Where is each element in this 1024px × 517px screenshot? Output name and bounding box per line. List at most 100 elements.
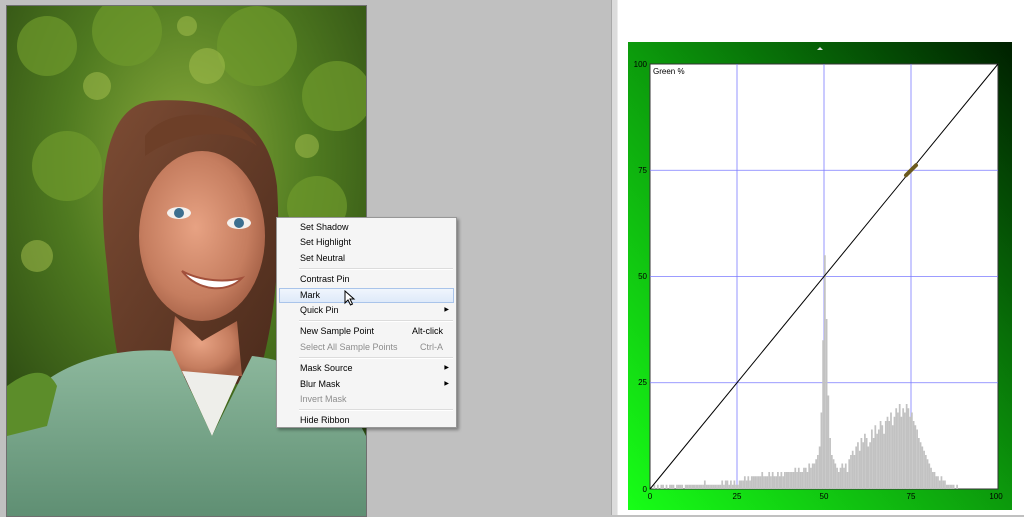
histogram-bar bbox=[921, 446, 924, 489]
menu-item-hide-ribbon[interactable]: Hide Ribbon bbox=[277, 413, 456, 428]
histogram-bar bbox=[956, 484, 958, 489]
histogram-bar bbox=[881, 425, 884, 489]
menu-item-label: Select All Sample Points bbox=[300, 341, 398, 352]
histogram-bar bbox=[695, 484, 697, 489]
histogram-bar bbox=[935, 476, 938, 489]
histogram-bar bbox=[872, 438, 875, 489]
histogram-bar bbox=[750, 476, 753, 489]
y-tick-label: 75 bbox=[638, 166, 647, 175]
curve-editor[interactable]: Green % 100 75 50 25 0 0 25 50 75 100 bbox=[628, 42, 1012, 510]
menu-item-mask-source[interactable]: Mask Source ▶ bbox=[277, 361, 456, 376]
histogram-bar bbox=[862, 442, 865, 489]
histogram-bar bbox=[870, 429, 873, 489]
histogram-bar bbox=[829, 438, 831, 489]
menu-item-mark[interactable]: Mark bbox=[279, 287, 454, 303]
histogram-bar bbox=[836, 467, 838, 489]
histogram-bar bbox=[672, 484, 675, 489]
histogram-bar bbox=[738, 480, 741, 489]
histogram-bar bbox=[660, 484, 663, 489]
histogram-bar bbox=[864, 433, 866, 489]
menu-separator bbox=[299, 268, 453, 271]
histogram-bar bbox=[902, 408, 905, 489]
histogram-bar bbox=[933, 472, 936, 489]
histogram-bar bbox=[719, 484, 722, 489]
histogram-bar bbox=[860, 438, 863, 489]
histogram-bar bbox=[916, 429, 918, 489]
histogram-bar bbox=[886, 416, 889, 489]
histogram-bar bbox=[820, 412, 823, 489]
context-menu: Set Shadow Set Highlight Set Neutral Con… bbox=[276, 217, 457, 428]
histogram-bar bbox=[731, 484, 734, 489]
histogram-bar bbox=[874, 425, 877, 489]
histogram-bar bbox=[716, 484, 718, 489]
histogram-bar bbox=[843, 467, 845, 489]
histogram-bar bbox=[817, 455, 819, 489]
histogram-bar bbox=[940, 476, 943, 489]
histogram-bar bbox=[752, 476, 755, 489]
histogram-bar bbox=[688, 484, 691, 489]
x-tick-label: 25 bbox=[733, 492, 742, 501]
histogram-bar bbox=[928, 463, 931, 489]
menu-item-set-neutral[interactable]: Set Neutral bbox=[277, 251, 456, 266]
histogram-bar bbox=[698, 484, 701, 489]
menu-item-set-highlight[interactable]: Set Highlight bbox=[277, 235, 456, 250]
histogram-bar bbox=[844, 463, 847, 489]
histogram-bar bbox=[730, 480, 732, 489]
menu-item-select-all-sample-points: Select All Sample Points Ctrl-A bbox=[277, 340, 456, 355]
histogram-bar bbox=[709, 484, 711, 489]
menu-item-label: Set Shadow bbox=[300, 222, 349, 232]
histogram-bar bbox=[747, 476, 750, 489]
histogram-bar bbox=[662, 484, 664, 489]
histogram-bar bbox=[745, 480, 748, 489]
menu-separator bbox=[299, 320, 453, 323]
histogram-bar bbox=[895, 408, 898, 489]
histogram-bar bbox=[773, 476, 776, 489]
histogram-bar bbox=[775, 476, 778, 489]
submenu-arrow-icon: ▶ bbox=[444, 365, 449, 372]
histogram-bar bbox=[690, 484, 692, 489]
histogram-bar bbox=[700, 484, 703, 489]
histogram-bar bbox=[806, 472, 809, 489]
histogram-bar bbox=[780, 472, 783, 489]
histogram-bar bbox=[926, 459, 929, 489]
histogram-bar bbox=[770, 476, 772, 489]
histogram-bar bbox=[656, 484, 659, 489]
histogram-bar bbox=[865, 438, 868, 489]
histogram-bar bbox=[919, 442, 922, 489]
histogram-bar bbox=[850, 455, 852, 489]
histogram-bar bbox=[782, 476, 784, 489]
histogram-bar bbox=[912, 421, 915, 489]
histogram-bar bbox=[726, 480, 729, 489]
menu-item-label: Blur Mask bbox=[300, 378, 341, 389]
menu-item-blur-mask[interactable]: Blur Mask ▶ bbox=[277, 377, 456, 392]
menu-item-label: Invert Mask bbox=[300, 393, 347, 404]
histogram-bar bbox=[728, 484, 731, 489]
histogram-bar bbox=[703, 480, 706, 489]
histogram-bar bbox=[951, 484, 953, 489]
histogram-bar bbox=[724, 480, 727, 489]
histogram-bar bbox=[952, 484, 955, 489]
histogram-bar bbox=[754, 476, 757, 489]
histogram-bar bbox=[797, 467, 800, 489]
histogram-bar bbox=[879, 421, 882, 489]
histogram-bar bbox=[742, 480, 744, 489]
menu-item-quick-pin[interactable]: Quick Pin ▶ bbox=[277, 303, 456, 318]
histogram-bar bbox=[670, 484, 673, 489]
x-tick-label: 75 bbox=[907, 492, 916, 501]
pane-divider[interactable] bbox=[611, 0, 618, 515]
histogram-bar bbox=[653, 484, 656, 489]
menu-item-set-shadow[interactable]: Set Shadow bbox=[277, 220, 456, 235]
submenu-arrow-icon: ▶ bbox=[444, 306, 449, 313]
histogram-bar bbox=[681, 484, 684, 489]
menu-item-label: Mark bbox=[300, 289, 320, 300]
menu-item-contrast-pin[interactable]: Contrast Pin bbox=[277, 272, 456, 287]
histogram-bar bbox=[740, 480, 743, 489]
histogram-bar bbox=[853, 455, 856, 489]
histogram-bar bbox=[839, 467, 842, 489]
histogram-bar bbox=[869, 442, 871, 489]
menu-item-new-sample-point[interactable]: New Sample Point Alt-click bbox=[277, 324, 456, 339]
histogram-bar bbox=[818, 446, 821, 489]
menu-item-label: Set Highlight bbox=[300, 237, 352, 248]
menu-item-label: New Sample Point bbox=[300, 326, 375, 337]
histogram-bar bbox=[808, 463, 811, 489]
